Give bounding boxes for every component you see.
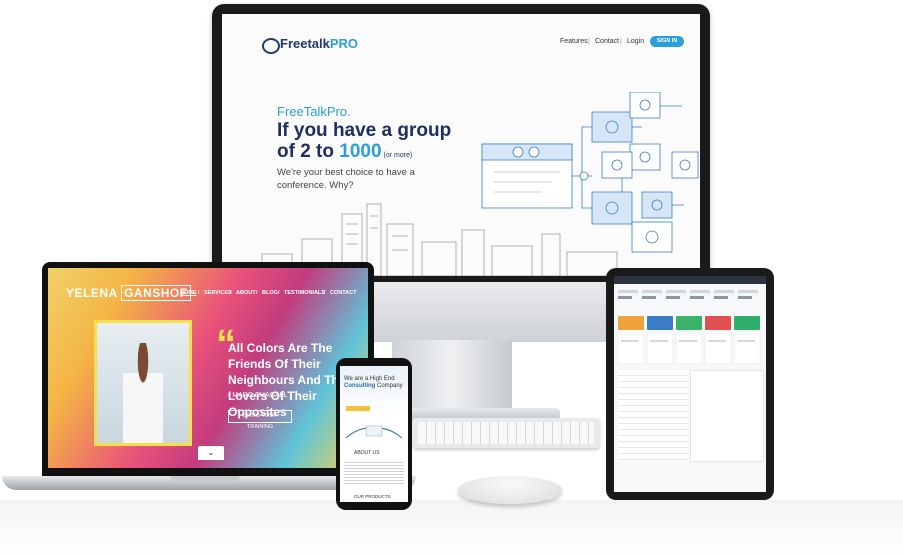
freetalkpro-logo[interactable]: FreetalkPRO [280, 36, 358, 51]
tablet-status-cards [618, 316, 762, 330]
phone-screen: We are a High End Consulting Company ABO… [340, 366, 408, 502]
portrait-person [123, 343, 163, 443]
tablet-app-header [614, 276, 766, 284]
floor-reflection [0, 500, 903, 556]
mouse [458, 476, 562, 504]
nav-blog[interactable]: BLOG [262, 290, 278, 296]
tablet-detail-panel [690, 370, 764, 462]
nav-services[interactable]: SERVICES [204, 290, 232, 296]
quote-author: ( MARC CHAGALL ) [228, 392, 292, 399]
training-button[interactable]: BEING YOUR TRAINING [228, 410, 292, 430]
scroll-down-icon[interactable]: ⌄ [198, 446, 224, 460]
nav-separator: / [324, 290, 326, 296]
laptop: YELENA GANSHOF HOME / SERVICES / ABOUT /… [42, 262, 374, 476]
hero-line2-suffix: (or more) [381, 152, 413, 159]
nav-home[interactable]: HOME [180, 290, 197, 296]
nav-login[interactable]: Login [627, 38, 644, 45]
phone-text-lines [344, 460, 404, 486]
keyboard [412, 418, 600, 448]
nav-testimonials[interactable]: TESTIMONIALS [284, 290, 325, 296]
phone-headline-strong: Consulting [344, 383, 376, 389]
phone-cta-button[interactable] [346, 406, 370, 411]
nav-separator: / [230, 290, 232, 296]
status-card[interactable] [647, 316, 673, 330]
status-card[interactable] [734, 316, 760, 330]
logo-main-text: Freetalk [280, 36, 330, 51]
keyboard-keys [418, 422, 594, 444]
nav-separator: / [278, 290, 280, 296]
nav-separator: / [256, 290, 258, 296]
sign-in-button[interactable]: SIGN IN [650, 36, 684, 47]
nav-separator: | [620, 38, 622, 45]
phone-headline-prefix: We are a High End [344, 376, 395, 382]
phone-products-heading: OUR PRODUCTS [354, 494, 391, 499]
tablet-screen [614, 276, 766, 492]
tablet-contact-cards [618, 334, 761, 365]
phone-illustration [346, 425, 402, 439]
phone-headline: We are a High End Consulting Company [344, 376, 406, 390]
site-logo[interactable]: YELENA GANSHOF [66, 285, 191, 301]
nav-contact[interactable]: Contact [595, 38, 619, 45]
tablet-stats-row [618, 290, 758, 299]
status-card[interactable] [676, 316, 702, 330]
chat-bubble-icon [262, 38, 280, 54]
monitor-screen: FreetalkPRO Features | Contact | Login S… [222, 14, 700, 276]
hero-brand: FreeTalkPro. [277, 104, 351, 119]
smartphone: We are a High End Consulting Company ABO… [336, 358, 412, 510]
nav-features[interactable]: Features [560, 38, 588, 45]
nav-separator: / [198, 290, 200, 296]
hero-line2-prefix: of 2 to [277, 141, 340, 162]
logo-first-name: YELENA [66, 286, 118, 300]
phone-about-heading: ABOUT US [354, 450, 380, 456]
phone-headline-suffix: Company [375, 383, 403, 389]
nav-about[interactable]: ABOUT [236, 290, 256, 296]
conference-diagram [481, 92, 699, 253]
nav-contact[interactable]: CONTACT [330, 290, 356, 296]
desktop-monitor: FreetalkPRO Features | Contact | Login S… [212, 4, 710, 342]
tablet-data-table [618, 370, 688, 460]
hero-number: 1000 [339, 141, 382, 162]
laptop-screen: YELENA GANSHOF HOME / SERVICES / ABOUT /… [48, 268, 368, 468]
nav-separator: | [588, 38, 590, 45]
status-card[interactable] [618, 316, 644, 330]
status-card[interactable] [705, 316, 731, 330]
tablet [606, 268, 774, 500]
laptop-notch [170, 476, 240, 481]
portrait-photo [94, 320, 192, 446]
hero-subtitle: We're your best choice to have a confere… [277, 167, 415, 191]
logo-pro-text: PRO [329, 36, 359, 51]
